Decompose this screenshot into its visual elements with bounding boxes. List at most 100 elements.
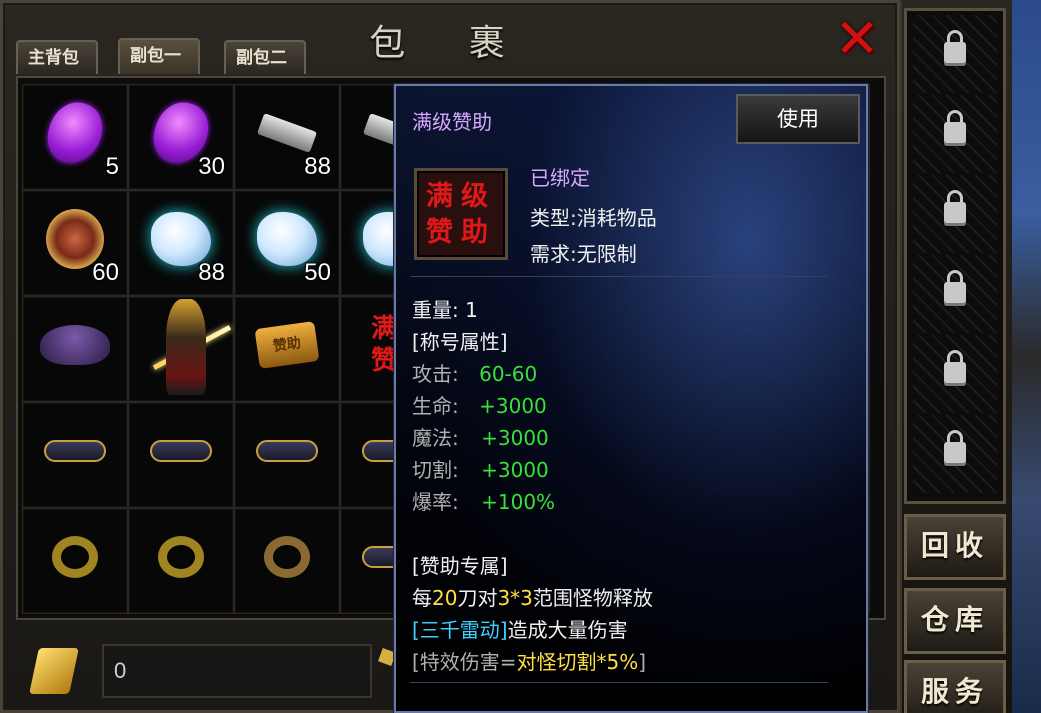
lock-icon xyxy=(944,110,966,146)
type-label: 类型: xyxy=(530,206,577,230)
stat-row: 爆率: +100% xyxy=(412,486,555,515)
item-count: 50 xyxy=(304,259,331,286)
effect-line-1: 每20刀对3*3范围怪物释放 xyxy=(412,582,653,611)
inventory-slot[interactable] xyxy=(128,402,234,508)
recycle-button[interactable]: 回收 xyxy=(904,514,1006,580)
inventory-slot[interactable] xyxy=(22,296,128,402)
inventory-slot[interactable] xyxy=(234,402,340,508)
require-label: 需求: xyxy=(530,242,577,266)
tab-sub-bag-1[interactable]: 副包一 xyxy=(118,38,200,74)
inventory-slot[interactable] xyxy=(234,508,340,614)
locked-slot[interactable] xyxy=(913,15,997,93)
bronze-ring-icon xyxy=(264,535,310,578)
effect-highlight: 对怪切割*5% xyxy=(516,650,639,674)
item-count: 88 xyxy=(304,153,331,180)
effect-line-2: [三千雷动]造成大量伤害 xyxy=(412,614,628,643)
gold-amount-field: 0 xyxy=(102,644,372,698)
lock-icon xyxy=(944,350,966,386)
inventory-slot[interactable]: 88 xyxy=(234,84,340,190)
inventory-slot[interactable]: 88 xyxy=(128,190,234,296)
wizard-hat-icon xyxy=(40,324,110,365)
skill-name: [三千雷动] xyxy=(412,618,508,642)
stat-row: 切割: +3000 xyxy=(412,454,549,483)
use-button[interactable]: 使用 xyxy=(736,94,860,144)
weight-value: 1 xyxy=(465,298,478,322)
stat-label: 生命: xyxy=(412,394,459,418)
item-count: 30 xyxy=(198,153,225,180)
tooltip-divider xyxy=(410,276,828,277)
item-name: 满级赞助 xyxy=(412,110,492,134)
item-count: 60 xyxy=(92,259,119,286)
weight-line: 重量: 1 xyxy=(412,294,478,323)
require-value: 无限制 xyxy=(576,242,637,266)
effect-text: 范围怪物释放 xyxy=(532,586,653,610)
effect-text: 每 xyxy=(412,586,432,610)
effect-line-3: [特效伤害=对怪切割*5%] xyxy=(412,646,646,675)
warehouse-button[interactable]: 仓库 xyxy=(904,588,1006,654)
weight-label: 重量: xyxy=(412,298,459,322)
service-button[interactable]: 服务 xyxy=(904,660,1006,713)
inventory-slot[interactable] xyxy=(128,508,234,614)
window-title: 包 裹 xyxy=(369,23,531,64)
warrior-icon xyxy=(166,298,207,395)
stat-value: +3000 xyxy=(481,458,549,482)
item-requirement: 需求:无限制 xyxy=(530,238,637,267)
inventory-slot[interactable] xyxy=(22,402,128,508)
item-count: 5 xyxy=(105,153,119,180)
inventory-slot[interactable]: 30 xyxy=(128,84,234,190)
type-value: 消耗物品 xyxy=(576,206,657,230)
effect-text: [特效伤害= xyxy=(412,650,517,674)
stat-label: 切割: xyxy=(412,458,459,482)
item-type: 类型:消耗物品 xyxy=(530,202,657,231)
inventory-slot[interactable] xyxy=(22,508,128,614)
purple-gem-icon xyxy=(40,95,110,171)
close-icon[interactable]: ✕ xyxy=(832,12,882,66)
lock-icon xyxy=(944,190,966,226)
stat-value: 60-60 xyxy=(479,362,538,386)
effect-highlight: 3*3 xyxy=(497,586,533,610)
locked-slots-frame xyxy=(904,8,1006,504)
effect-text: ] xyxy=(638,650,647,674)
crystal-icon xyxy=(151,211,211,266)
stat-label: 魔法: xyxy=(412,426,459,450)
inventory-slot[interactable]: 赞助 xyxy=(234,296,340,402)
locked-slot[interactable] xyxy=(913,335,997,413)
stat-value: +3000 xyxy=(479,394,547,418)
bound-status: 已绑定 xyxy=(530,166,590,190)
lock-icon xyxy=(944,270,966,306)
belt-icon xyxy=(256,439,318,462)
game-scene-background xyxy=(1012,0,1041,713)
crystal-icon xyxy=(257,211,317,266)
tab-main-bag[interactable]: 主背包 xyxy=(16,40,98,74)
stat-row: 生命: +3000 xyxy=(412,390,547,419)
gold-ring-icon xyxy=(158,535,204,578)
lock-icon xyxy=(944,430,966,466)
inventory-slot[interactable]: 60 xyxy=(22,190,128,296)
locked-slot[interactable] xyxy=(913,415,997,493)
item-icon: 满级赞助 xyxy=(414,168,508,260)
sponsor-section-heading: [赞助专属] xyxy=(412,554,508,578)
tab-sub-bag-2[interactable]: 副包二 xyxy=(224,40,306,74)
locked-slot[interactable] xyxy=(913,255,997,333)
item-count: 88 xyxy=(198,259,225,286)
lock-icon xyxy=(944,30,966,66)
token-icon: 赞助 xyxy=(254,320,320,369)
locked-slot[interactable] xyxy=(913,175,997,253)
stat-value: +3000 xyxy=(481,426,549,450)
stat-row: 魔法: +3000 xyxy=(412,422,549,451)
gold-ring-icon xyxy=(52,535,98,578)
effect-text: 造成大量伤害 xyxy=(507,618,628,642)
title-section-heading: [称号属性] xyxy=(412,330,508,354)
inventory-slot[interactable]: 5 xyxy=(22,84,128,190)
silver-scroll-icon xyxy=(256,112,318,153)
stat-label: 爆率: xyxy=(412,490,459,514)
locked-slot[interactable] xyxy=(913,95,997,173)
item-tooltip: 满级赞助 使用 满级赞助 已绑定 类型:消耗物品 需求:无限制 重量: 1 [称… xyxy=(393,83,869,713)
inventory-slot[interactable] xyxy=(128,296,234,402)
effect-text: 刀对 xyxy=(457,586,498,610)
inventory-slot[interactable]: 50 xyxy=(234,190,340,296)
belt-icon xyxy=(150,439,212,462)
effect-highlight: 20 xyxy=(432,586,458,610)
stat-value: +100% xyxy=(481,490,556,514)
tooltip-divider xyxy=(410,682,828,683)
